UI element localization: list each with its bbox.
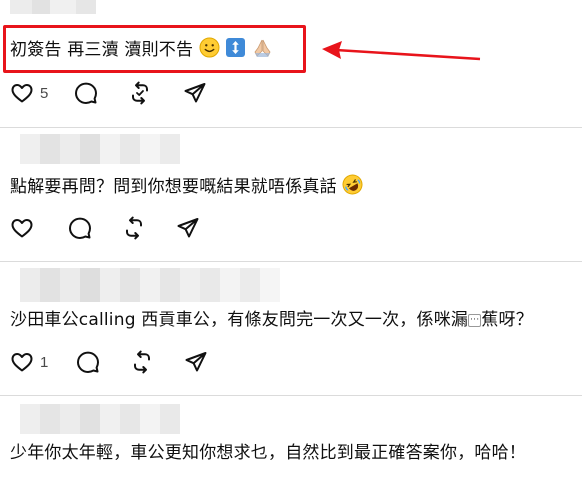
rolling-on-floor-laughing-icon [342,174,363,202]
reply-button[interactable] [76,350,100,374]
like-button[interactable] [10,216,40,240]
repost-button[interactable] [122,216,146,240]
like-count: 5 [40,84,49,102]
reply-button[interactable] [68,216,92,240]
heart-icon [11,84,33,103]
comment-text: 少年你太年輕，車公更知你想求乜，自然比到最正確答案你，哈哈！ [10,443,526,463]
repost-icon [126,216,142,240]
ellipsis-badge: ··· [468,314,482,327]
heart-icon [11,353,33,372]
comment-bubble-icon [75,82,98,104]
comment-bubble-icon [77,351,100,373]
divider [0,395,582,396]
send-icon [184,83,206,103]
repost-icon [134,350,151,374]
repost-icon [132,81,149,105]
blurred-username [0,404,180,434]
blurred-username [10,0,96,14]
reply-button[interactable] [74,81,98,105]
divider [0,127,582,128]
blurred-username [0,134,180,164]
like-button[interactable]: 1 [10,350,48,374]
share-button[interactable] [176,216,200,240]
like-count: 1 [40,353,49,371]
comment-text: 點解要再問？問到你想要嘅結果就唔係真話 [10,174,363,202]
like-button[interactable]: 5 [10,81,48,105]
comment-bubble-icon [69,217,91,239]
share-button[interactable] [183,81,207,105]
action-bar [10,215,200,241]
action-bar: 1 [10,349,208,375]
repost-button[interactable] [130,350,154,374]
heart-icon [11,219,33,238]
comment-text: 沙田車公calling 西貢車公，有條友問完一次又一次，係咪漏 ··· 蕉呀？ [10,310,533,330]
repost-button[interactable] [128,81,152,105]
send-icon [177,218,199,238]
blurred-username [0,268,280,302]
share-button[interactable] [184,350,208,374]
divider [0,261,582,262]
send-icon [185,352,207,372]
highlight-box [3,25,306,73]
annotation-arrow-icon [322,41,481,61]
action-bar: 5 [10,80,207,106]
